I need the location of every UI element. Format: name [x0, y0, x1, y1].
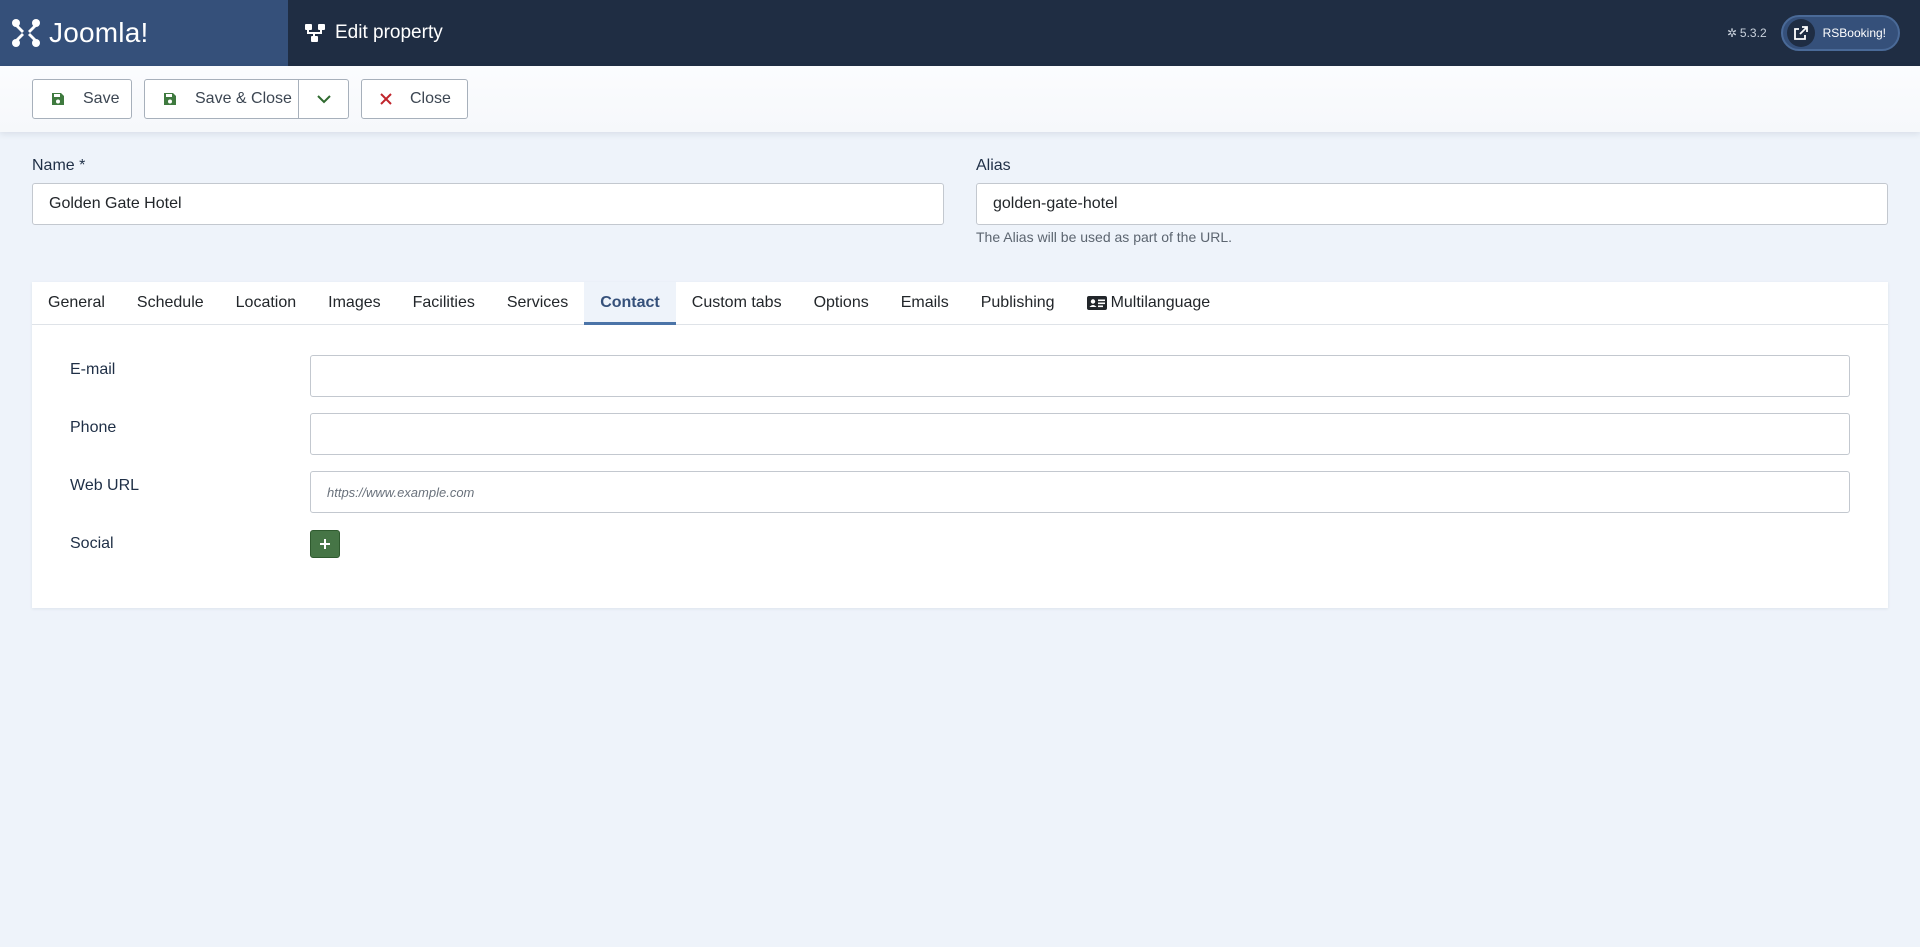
- alias-hint: The Alias will be used as part of the UR…: [976, 229, 1233, 245]
- tab-label: Schedule: [136, 294, 204, 311]
- joomla-logo[interactable]: Joomla!: [0, 0, 288, 66]
- version-info: ✲ 5.3.2: [1727, 26, 1767, 40]
- tab-contact[interactable]: Contact: [584, 282, 676, 325]
- header-right: ✲ 5.3.2 RSBooking!: [1727, 15, 1900, 51]
- tab-bar: General Schedule Location Images Facilit…: [32, 282, 1888, 325]
- page-title-wrap: Edit property: [304, 22, 443, 44]
- tab-label: Options: [813, 294, 869, 311]
- tab-label: Images: [328, 294, 381, 311]
- plus-icon: [320, 539, 330, 549]
- site-link-label: RSBooking!: [1822, 26, 1886, 40]
- chevron-down-icon: [316, 95, 331, 104]
- alias-input[interactable]: golden-gate-hotel: [976, 183, 1888, 225]
- social-label: Social: [70, 535, 114, 552]
- save-close-button[interactable]: Save & Close: [144, 79, 299, 119]
- tab-general[interactable]: General: [32, 282, 121, 324]
- name-label: Name *: [32, 157, 86, 174]
- tab-location[interactable]: Location: [220, 282, 313, 324]
- tab-multilanguage[interactable]: Multilanguage: [1071, 282, 1227, 324]
- name-value: Golden Gate Hotel: [49, 195, 182, 212]
- web-url-field[interactable]: https://www.example.com: [310, 471, 1850, 513]
- save-label: Save: [83, 90, 120, 107]
- tab-label: Contact: [600, 294, 660, 311]
- tab-publishing[interactable]: Publishing: [965, 282, 1071, 324]
- save-icon: [163, 92, 177, 106]
- action-toolbar: Save Save & Close Close: [0, 66, 1920, 132]
- tab-label: General: [48, 294, 105, 311]
- close-button[interactable]: Close: [361, 79, 468, 119]
- tab-facilities[interactable]: Facilities: [397, 282, 491, 324]
- tab-emails[interactable]: Emails: [885, 282, 965, 324]
- page-title: Edit property: [335, 22, 443, 43]
- logo-text: Joomla!: [49, 17, 149, 48]
- joomla-logo-icon: [12, 19, 40, 47]
- alias-value: golden-gate-hotel: [993, 195, 1118, 212]
- tab-custom-tabs[interactable]: Custom tabs: [676, 282, 798, 324]
- site-link-button[interactable]: RSBooking!: [1780, 15, 1900, 51]
- id-card-icon: [1086, 296, 1107, 310]
- phone-field[interactable]: [310, 413, 1850, 455]
- tab-label: Services: [506, 294, 569, 311]
- external-link-icon: [1786, 19, 1815, 47]
- tab-services[interactable]: Services: [491, 282, 584, 324]
- top-header: Joomla! Edit property ✲ 5.3.2 RSBooking!: [0, 0, 1920, 66]
- save-options-dropdown[interactable]: [299, 79, 349, 119]
- close-label: Close: [410, 90, 451, 107]
- close-icon: [380, 93, 392, 105]
- joomla-mini-icon: ✲: [1726, 26, 1737, 40]
- save-button[interactable]: Save: [32, 79, 132, 119]
- web-url-label: Web URL: [70, 477, 140, 494]
- tab-label: Emails: [900, 294, 949, 311]
- tab-label: Publishing: [980, 294, 1055, 311]
- tab-label: Location: [235, 294, 297, 311]
- tab-images[interactable]: Images: [312, 282, 396, 324]
- tab-label: Custom tabs: [691, 294, 782, 311]
- email-field[interactable]: [310, 355, 1850, 397]
- tab-schedule[interactable]: Schedule: [121, 282, 220, 324]
- name-input[interactable]: Golden Gate Hotel: [32, 183, 944, 225]
- save-close-label: Save & Close: [195, 90, 292, 107]
- tab-options[interactable]: Options: [798, 282, 885, 324]
- tab-card: General Schedule Location Images Facilit…: [32, 282, 1888, 608]
- version-number: 5.3.2: [1739, 26, 1767, 40]
- save-icon: [51, 92, 65, 106]
- add-social-button[interactable]: [310, 530, 340, 558]
- sitemap-icon: [305, 24, 325, 42]
- web-url-placeholder: https://www.example.com: [327, 484, 475, 500]
- phone-label: Phone: [70, 419, 117, 436]
- alias-label: Alias: [976, 157, 1011, 174]
- save-close-group: Save & Close: [144, 79, 349, 119]
- tab-label: Facilities: [412, 294, 475, 311]
- email-label: E-mail: [70, 361, 116, 378]
- tab-label: Multilanguage: [1110, 294, 1211, 311]
